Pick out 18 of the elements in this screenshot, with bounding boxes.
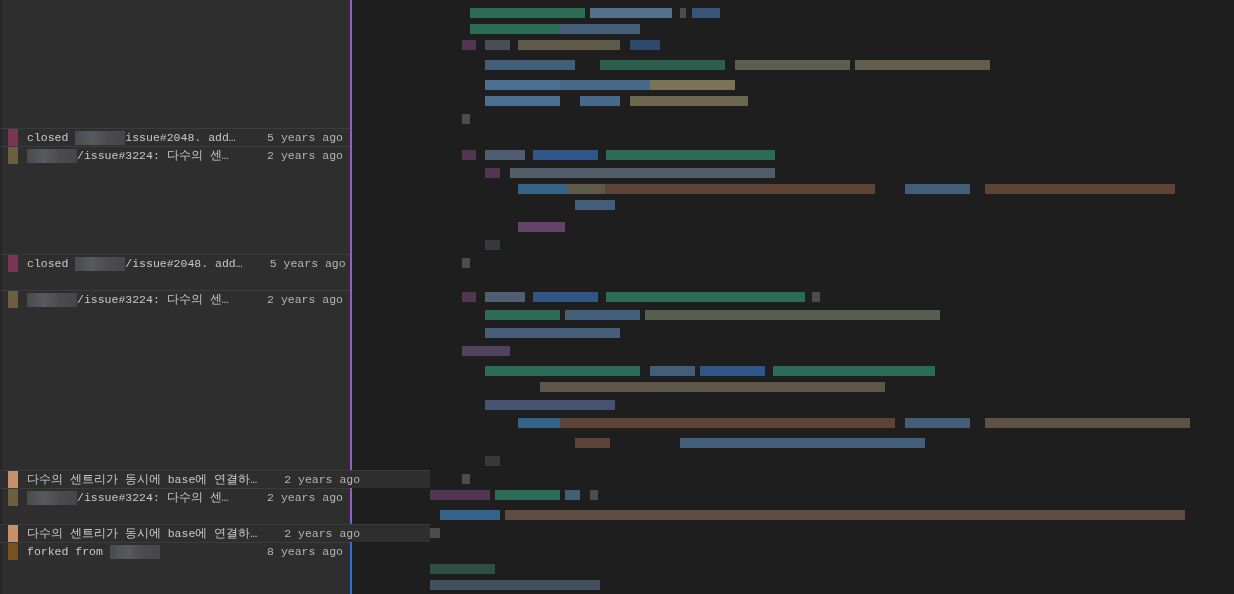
commit-time: 2 years ago xyxy=(283,526,361,542)
commit-message: issue#2048. add… xyxy=(125,130,236,146)
commit-time: 2 years ago xyxy=(266,148,343,164)
commit-message: closed xyxy=(27,130,70,146)
commit-message: /issue#3224: 다수의 센… xyxy=(77,292,229,308)
commit-time: 2 years ago xyxy=(266,490,343,506)
commit-message: /issue#3224: 다수의 센… xyxy=(77,148,229,164)
commit-time: 8 years ago xyxy=(266,544,343,560)
commit-message: 다수의 센트리가 동시에 base에 연결하… xyxy=(27,472,258,488)
commit-time: 5 years ago xyxy=(266,130,343,146)
commit-time: 2 years ago xyxy=(266,292,343,308)
commit-time: 5 years ago xyxy=(268,256,346,272)
commit-message: closed xyxy=(27,256,70,272)
commit-message: forked from xyxy=(27,544,104,560)
commit-time: 2 years ago xyxy=(283,472,361,488)
commit-message: /issue#3224: 다수의 센… xyxy=(77,490,229,506)
commit-message: /issue#2048. add… xyxy=(125,256,243,272)
commit-message: 다수의 센트리가 동시에 base에 연결하… xyxy=(27,526,258,542)
